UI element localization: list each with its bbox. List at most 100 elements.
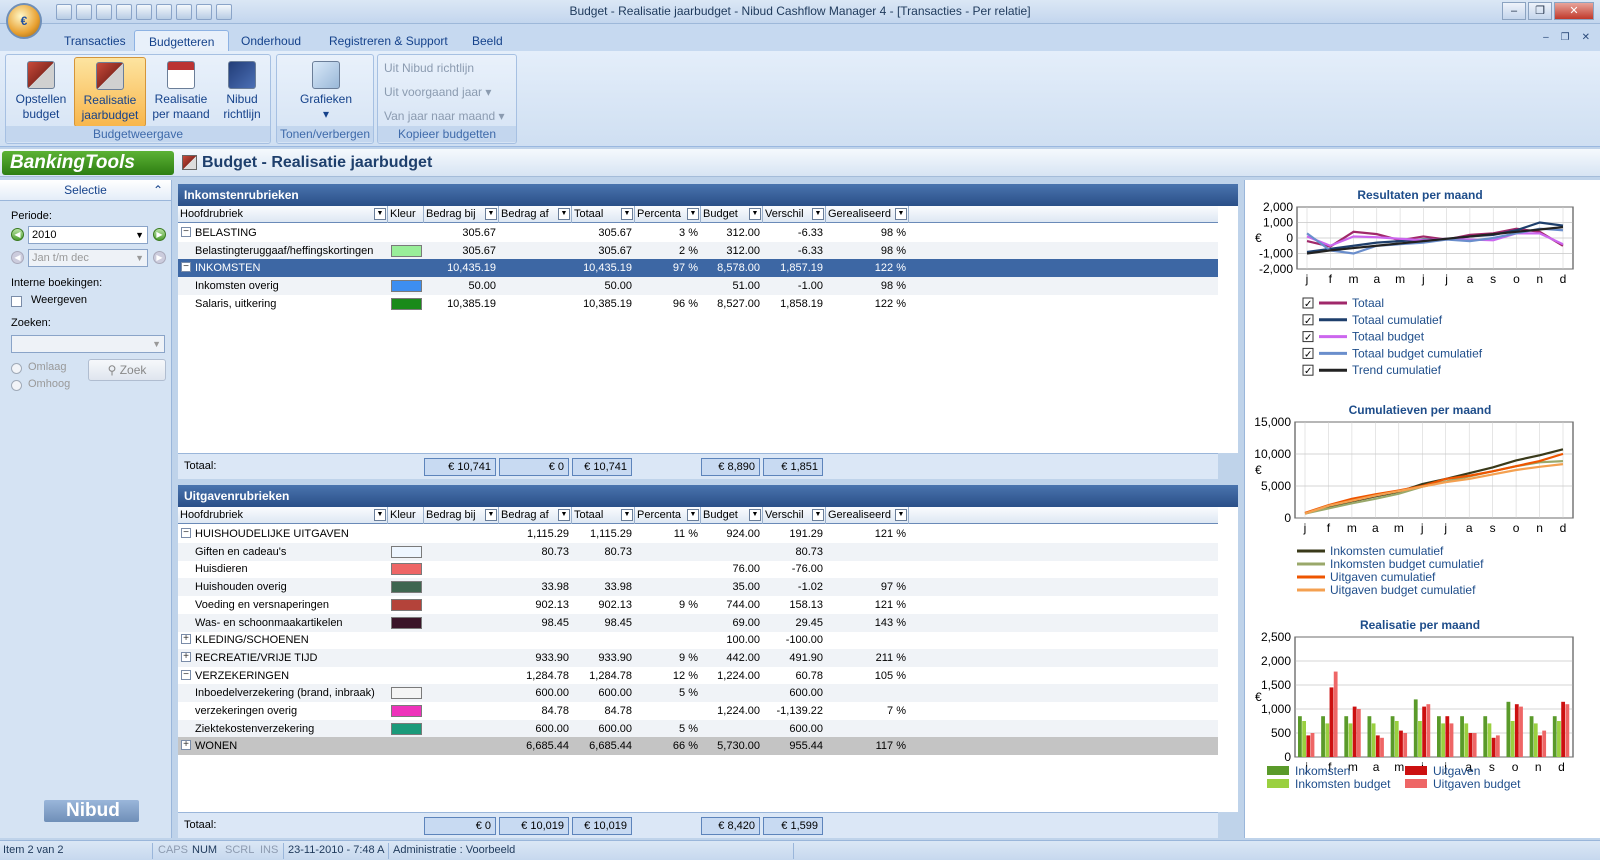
tab-onderhoud[interactable]: Onderhoud xyxy=(227,30,315,51)
table-row[interactable]: Ziektekostenverzekering 600.00 600.00 5 % 60… xyxy=(178,719,1218,738)
column-header-bij[interactable]: Bedrag bij ▼ xyxy=(424,507,499,524)
tab-registreren-support[interactable]: Registreren & Support xyxy=(315,30,462,51)
group-row[interactable]: − INKOMSTEN 10,435.19 10,435.19 97 % 8,578.00… xyxy=(178,259,1218,278)
column-header-color[interactable]: Kleur xyxy=(388,507,424,524)
filter-dropdown-icon[interactable]: ▼ xyxy=(621,509,633,521)
column-header-color[interactable]: Kleur xyxy=(388,206,424,223)
table-row[interactable]: Inkomsten overig 50.00 50.00 51.00 -1.00 98 % xyxy=(178,277,1218,296)
omhoog-radio[interactable] xyxy=(11,380,22,391)
group-row[interactable]: − VERZEKERINGEN 1,284.78 1,284.78 12 % 1,224.… xyxy=(178,667,1218,685)
table-row[interactable]: Giften en cadeau's 80.73 80.73 80.73 xyxy=(178,542,1218,561)
van-jaar-naar-maand-button[interactable]: Van jaar naar maand ▾ xyxy=(384,109,505,123)
table-row[interactable]: verzekeringen overig 84.78 84.78 1,224.00 -1… xyxy=(178,702,1218,720)
nibud-richtlijn-button[interactable]: Nibud richtlijn xyxy=(214,57,270,127)
collapse-icon[interactable]: − xyxy=(181,227,191,237)
cell-tot: 50.00 xyxy=(604,280,632,293)
realisatie-jaarbudget-button[interactable]: Realisatie jaarbudget xyxy=(74,57,146,127)
filter-dropdown-icon[interactable]: ▼ xyxy=(485,208,497,220)
tab-beeld[interactable]: Beeld xyxy=(458,30,517,51)
filter-dropdown-icon[interactable]: ▼ xyxy=(558,509,570,521)
next-period-icon[interactable]: ▶ xyxy=(153,228,166,241)
column-header-af[interactable]: Bedrag af ▼ xyxy=(499,206,572,223)
filter-dropdown-icon[interactable]: ▼ xyxy=(749,509,761,521)
legend-label: Uitgaven budget cumulatief xyxy=(1330,583,1476,597)
x-tick-label: n xyxy=(1535,760,1542,774)
collapse-icon[interactable]: − xyxy=(181,528,191,538)
column-header-name[interactable]: Hoofdrubriek ▼ xyxy=(178,507,388,524)
filter-dropdown-icon[interactable]: ▼ xyxy=(749,208,761,220)
omlaag-radio[interactable] xyxy=(11,363,22,374)
filter-dropdown-icon[interactable]: ▼ xyxy=(812,208,824,220)
column-header-pct[interactable]: Percenta ▼ xyxy=(635,206,701,223)
maximize-button[interactable]: ❐ xyxy=(1528,2,1552,20)
expand-icon[interactable]: + xyxy=(181,740,191,751)
tab-transacties[interactable]: Transacties xyxy=(50,30,140,51)
prev-period-icon[interactable]: ◀ xyxy=(11,228,24,241)
group-row[interactable]: + KLEDING/SCHOENEN 100.00 -100.00 xyxy=(178,631,1218,649)
collapse-icon[interactable]: − xyxy=(181,669,191,680)
opstellen-budget-button[interactable]: Opstellen budget xyxy=(10,57,72,127)
column-header-ver[interactable]: Verschil ▼ xyxy=(763,206,826,223)
column-header-af[interactable]: Bedrag af ▼ xyxy=(499,507,572,524)
table-row[interactable]: Belastingteruggaaf/heffingskortingen 305.… xyxy=(178,241,1218,260)
expand-icon[interactable]: + xyxy=(181,651,191,662)
column-header-name[interactable]: Hoofdrubriek ▼ xyxy=(178,206,388,223)
expand-icon[interactable]: + xyxy=(181,634,191,645)
filter-dropdown-icon[interactable]: ▼ xyxy=(485,509,497,521)
status-separator xyxy=(793,843,794,859)
collapse-icon[interactable]: − xyxy=(181,262,191,273)
group-row[interactable]: + WONEN 6,685.44 6,685.44 66 % 5,730.00 955.44… xyxy=(178,737,1218,756)
filter-dropdown-icon[interactable]: ▼ xyxy=(621,208,633,220)
column-header-bud[interactable]: Budget ▼ xyxy=(701,507,763,524)
filter-dropdown-icon[interactable]: ▼ xyxy=(374,509,386,521)
x-tick-label: d xyxy=(1558,760,1565,774)
filter-dropdown-icon[interactable]: ▼ xyxy=(687,509,699,521)
year-select[interactable]: 2010 ▼ xyxy=(28,226,148,244)
bar-1 xyxy=(1348,723,1353,757)
filter-dropdown-icon[interactable]: ▼ xyxy=(374,208,386,220)
mdi-close-button[interactable]: ✕ xyxy=(1582,32,1590,43)
tab-budgetteren[interactable]: Budgetteren xyxy=(134,30,230,51)
table-row[interactable]: Huisdieren 76.00 -76.00 xyxy=(178,560,1218,578)
status-caps: CAPS xyxy=(158,844,188,856)
selection-sidebar: Selectie ⌃ Periode: ◀ 2010 ▼ ▶ ◀ Jan t/m … xyxy=(0,180,172,838)
zoek-button[interactable]: ⚲ Zoek xyxy=(88,359,166,381)
app-menu-button[interactable]: € xyxy=(6,3,42,39)
realisatie-per-maand-button[interactable]: Realisatie per maand xyxy=(148,57,214,127)
legend-swatch xyxy=(1267,766,1289,775)
filter-dropdown-icon[interactable]: ▼ xyxy=(558,208,570,220)
filter-dropdown-icon[interactable]: ▼ xyxy=(895,509,907,521)
column-header-tot[interactable]: Totaal ▼ xyxy=(572,206,635,223)
sidebar-header[interactable]: Selectie ⌃ xyxy=(0,180,171,201)
periode-label: Periode: xyxy=(11,210,52,222)
group-row[interactable]: − HUISHOUDELIJKE UITGAVEN 1,115.29 1,115.29… xyxy=(178,525,1218,543)
uit-nibud-richtlijn-button[interactable]: Uit Nibud richtlijn xyxy=(384,61,474,75)
group-row[interactable]: + RECREATIE/VRIJE TIJD 933.90 933.90 9 % 442.… xyxy=(178,648,1218,667)
minimize-button[interactable]: – xyxy=(1502,2,1526,20)
filter-dropdown-icon[interactable]: ▼ xyxy=(895,208,907,220)
mdi-minimize-button[interactable]: – xyxy=(1543,32,1549,43)
filter-dropdown-icon[interactable]: ▼ xyxy=(812,509,824,521)
column-header-bud[interactable]: Budget ▼ xyxy=(701,206,763,223)
total-ver: € 1,851 xyxy=(763,458,823,476)
column-header-pct[interactable]: Percenta ▼ xyxy=(635,507,701,524)
uit-voorgaand-jaar-button[interactable]: Uit voorgaand jaar ▾ xyxy=(384,85,491,99)
table-row[interactable]: Inboedelverzekering (brand, inbraak) 600.… xyxy=(178,684,1218,703)
group-row[interactable]: − BELASTING 305.67 305.67 3 % 312.00 -6.33 98 % xyxy=(178,224,1218,242)
weergeven-checkbox[interactable] xyxy=(11,296,22,307)
filter-dropdown-icon[interactable]: ▼ xyxy=(687,208,699,220)
column-header-bij[interactable]: Bedrag bij ▼ xyxy=(424,206,499,223)
column-header-ger[interactable]: Gerealiseerd ▼ xyxy=(826,206,909,223)
table-row[interactable]: Salaris, uitkering 10,385.19 10,385.19 96 %… xyxy=(178,295,1218,313)
search-input[interactable]: ▼ xyxy=(11,335,165,353)
mdi-restore-button[interactable]: ❐ xyxy=(1561,32,1570,43)
column-header-ver[interactable]: Verschil ▼ xyxy=(763,507,826,524)
table-row[interactable]: Huishouden overig 33.98 33.98 35.00 -1.02 97 … xyxy=(178,578,1218,597)
table-row[interactable]: Was- en schoonmaakartikelen 98.45 98.45 69.… xyxy=(178,613,1218,632)
column-header-ger[interactable]: Gerealiseerd ▼ xyxy=(826,507,909,524)
table-row[interactable]: Voeding en versnaperingen 902.13 902.13 9 %… xyxy=(178,596,1218,614)
grafieken-button[interactable]: Grafieken ▾ xyxy=(291,57,361,127)
close-button[interactable]: ✕ xyxy=(1554,2,1594,20)
column-header-tot[interactable]: Totaal ▼ xyxy=(572,507,635,524)
collapse-icon[interactable]: ⌃ xyxy=(153,180,163,200)
